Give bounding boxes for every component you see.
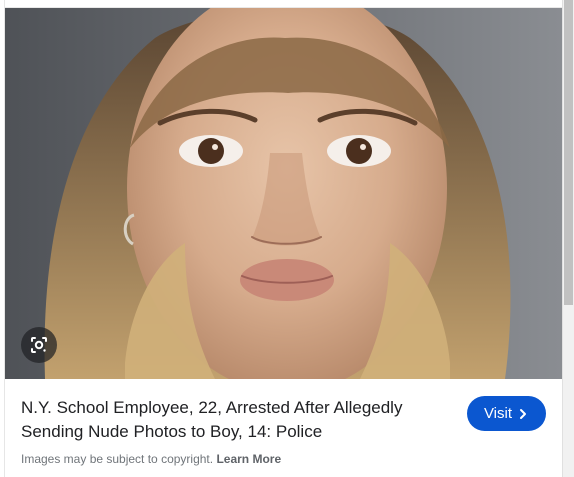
scrollbar-track[interactable] — [562, 0, 574, 477]
google-lens-button[interactable] — [21, 327, 57, 363]
learn-more-link[interactable]: Learn More — [216, 452, 281, 466]
copyright-notice: Images may be subject to copyright. Lear… — [21, 451, 281, 467]
google-lens-icon — [31, 337, 47, 353]
visit-button[interactable]: Visit — [467, 396, 546, 431]
preview-image[interactable] — [5, 8, 562, 379]
chevron-right-icon — [520, 408, 527, 419]
image-preview-page: N.Y. School Employee, 22, Arrested After… — [0, 0, 574, 477]
scrollbar-thumb[interactable] — [564, 0, 573, 305]
copyright-text: Images may be subject to copyright. — [21, 452, 214, 466]
preview-caption: N.Y. School Employee, 22, Arrested After… — [21, 398, 403, 441]
visit-button-label: Visit — [483, 405, 513, 422]
